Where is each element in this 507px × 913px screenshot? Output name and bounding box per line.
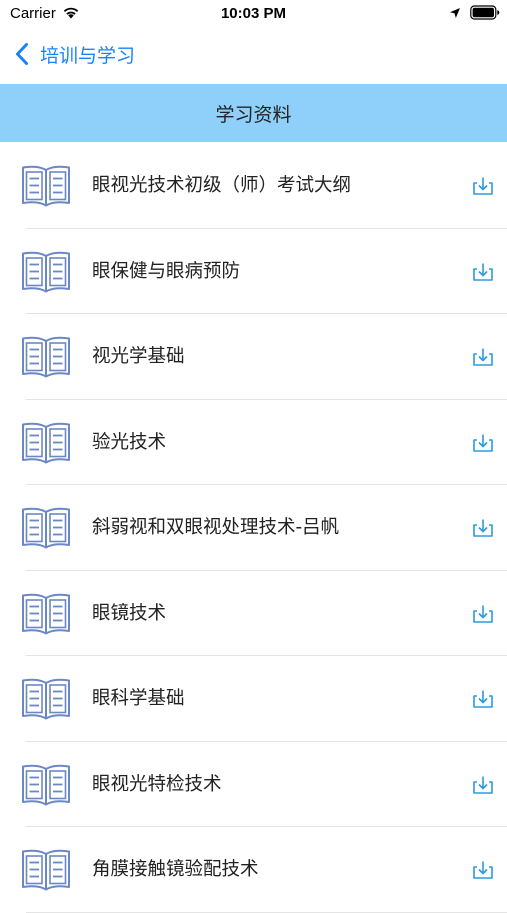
download-icon[interactable]	[472, 860, 494, 880]
list-item-title: 眼镜技术	[92, 602, 167, 624]
book-icon	[22, 764, 70, 805]
status-bar: Carrier 10:03 PM	[0, 0, 507, 28]
list-item-title: 验光技术	[92, 431, 167, 453]
book-icon	[22, 251, 70, 292]
download-icon[interactable]	[472, 518, 494, 538]
book-icon	[22, 849, 70, 891]
book-icon	[22, 678, 70, 720]
list-item[interactable]: 眼镜技术	[0, 571, 507, 656]
list-item-title: 角膜接触镜验配技术	[92, 859, 259, 880]
section-title: 学习资料	[215, 103, 292, 126]
list-item[interactable]: 斜弱视和双眼视处理技术-吕帆	[0, 485, 507, 571]
download-icon[interactable]	[472, 775, 494, 795]
clock-label: 10:03 PM	[220, 5, 287, 22]
battery-icon	[470, 5, 500, 20]
download-icon[interactable]	[472, 347, 494, 367]
download-icon[interactable]	[472, 176, 494, 196]
list-item-title: 眼保健与眼病预防	[92, 260, 241, 282]
row-separator	[26, 911, 507, 913]
download-icon[interactable]	[472, 689, 494, 709]
book-icon	[22, 165, 70, 207]
materials-list: 眼视光技术初级（师）考试大纲 眼保健与眼病预防 视光学基础 验光技术 斜弱视和双…	[0, 143, 507, 913]
book-icon	[22, 422, 70, 463]
list-item[interactable]: 视光学基础	[0, 314, 507, 400]
chevron-left-icon	[16, 43, 28, 65]
list-item-title: 眼视光技术初级（师）考试大纲	[92, 175, 352, 196]
book-icon	[22, 336, 70, 378]
list-item[interactable]: 眼视光特检技术	[0, 742, 507, 827]
list-item-title: 斜弱视和双眼视处理技术-吕帆	[92, 517, 340, 538]
back-button-label: 培训与学习	[40, 44, 136, 67]
section-header: 学习资料	[0, 84, 507, 142]
download-icon[interactable]	[472, 604, 494, 624]
list-item-title: 视光学基础	[92, 346, 185, 367]
list-item[interactable]: 眼视光技术初级（师）考试大纲	[0, 143, 507, 229]
location-arrow-icon	[450, 8, 460, 18]
list-item[interactable]: 眼保健与眼病预防	[0, 229, 507, 314]
book-icon	[22, 507, 70, 549]
list-item[interactable]: 验光技术	[0, 400, 507, 485]
list-item-title: 眼科学基础	[92, 688, 185, 709]
download-icon[interactable]	[472, 433, 494, 453]
list-item[interactable]: 眼科学基础	[0, 656, 507, 742]
navigation-bar: 培训与学习	[0, 28, 507, 84]
back-button[interactable]: 培训与学习	[14, 36, 135, 72]
book-icon	[22, 593, 70, 634]
list-item-title: 眼视光特检技术	[92, 773, 222, 795]
download-icon[interactable]	[472, 262, 494, 282]
